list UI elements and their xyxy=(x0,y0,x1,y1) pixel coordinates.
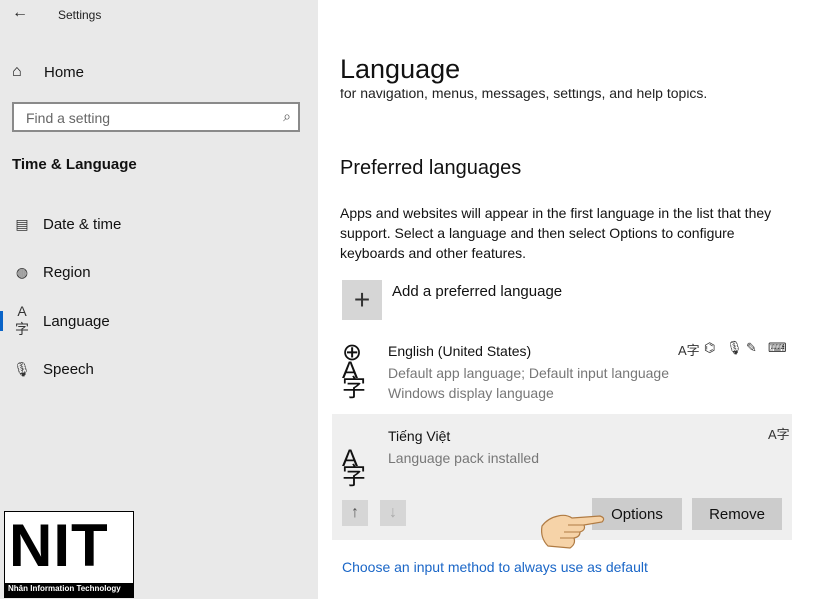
sidebar-item-speech[interactable]: 🎙︎ Speech xyxy=(0,356,318,382)
logo-subtitle: Nhân Information Technology xyxy=(8,584,121,593)
speech-recognition-icon: 🎙︎ xyxy=(726,340,743,355)
text-to-speech-icon: ⌬ xyxy=(704,340,716,355)
sidebar-item-date-time[interactable]: ▤ Date & time xyxy=(0,211,318,237)
preferred-languages-heading: Preferred languages xyxy=(340,157,522,179)
input-method-link[interactable]: Choose an input method to always use as … xyxy=(342,559,648,575)
language-name: Tiếng Việt xyxy=(388,428,451,444)
logo-strip: Nhân Information Technology xyxy=(5,583,133,597)
display-language-icon: A字 xyxy=(678,343,700,358)
microphone-icon: 🎙︎ xyxy=(13,360,31,377)
window-title: Settings xyxy=(58,8,102,22)
display-language-icon: A字 xyxy=(768,427,790,442)
language-status-line: Windows display language xyxy=(388,385,554,401)
move-up-button[interactable]: ↑ xyxy=(342,500,368,526)
sidebar-item-label: Language xyxy=(43,312,110,330)
add-language-button[interactable]: + xyxy=(342,280,382,320)
plus-icon: + xyxy=(353,284,371,315)
home-icon: ⌂ xyxy=(12,63,22,80)
back-arrow-icon[interactable]: ← xyxy=(12,4,28,22)
language-status: Default app language; Default input lang… xyxy=(388,363,718,403)
remove-button[interactable]: Remove xyxy=(692,498,782,530)
nit-logo: NIT Nhân Information Technology xyxy=(4,511,134,598)
search-input[interactable] xyxy=(24,108,273,128)
move-down-button: ↓ xyxy=(380,500,406,526)
scrolled-description: for navigation, menus, messages, setting… xyxy=(340,89,707,105)
scrolled-description-text: for navigation, menus, messages, setting… xyxy=(340,89,708,101)
language-name: English (United States) xyxy=(388,343,532,359)
preferred-languages-description: Apps and websites will appear in the fir… xyxy=(340,205,772,261)
keyboard-icon: ⌨ xyxy=(768,340,787,355)
sidebar-item-region[interactable]: ◍ Region xyxy=(0,259,318,285)
sidebar-item-label: Date & time xyxy=(43,215,122,233)
home-label: Home xyxy=(44,63,85,81)
page-title: Language xyxy=(340,54,461,84)
home-link[interactable]: ⌂ Home xyxy=(12,60,84,84)
handwriting-icon: ✎ xyxy=(746,340,757,355)
logo-wordmark: NIT xyxy=(9,512,109,579)
add-language-label[interactable]: Add a preferred language xyxy=(392,283,562,300)
arrow-down-icon: ↓ xyxy=(389,504,397,521)
language-item-english[interactable]: ⊕ A字 English (United States) Default app … xyxy=(332,336,792,402)
sidebar-item-label: Region xyxy=(43,263,91,281)
sidebar-item-label: Speech xyxy=(43,360,94,378)
section-title: Time & Language xyxy=(12,156,137,173)
language-status: Language pack installed xyxy=(388,450,540,466)
globe-language-icon: ⊕ A字 xyxy=(342,339,366,402)
sidebar-item-language[interactable]: A字 Language xyxy=(0,303,318,337)
language-icon: A字 xyxy=(342,445,366,490)
pointing-hand-icon xyxy=(541,514,605,549)
language-status-line: Default app language; Default input lang… xyxy=(388,365,669,381)
search-icon[interactable]: ⌕ xyxy=(283,108,291,125)
calendar-clock-icon: ▤ xyxy=(15,215,29,232)
title-bar: ← Settings xyxy=(0,0,318,30)
globe-region-icon: ◍ xyxy=(15,263,29,280)
arrow-up-icon: ↑ xyxy=(351,504,359,521)
search-box[interactable]: ⌕ xyxy=(12,102,300,132)
sidebar: ← Settings ⌂ Home ⌕ Time & Language ▤ Da… xyxy=(0,0,318,599)
language-icon: A字 xyxy=(15,303,29,337)
